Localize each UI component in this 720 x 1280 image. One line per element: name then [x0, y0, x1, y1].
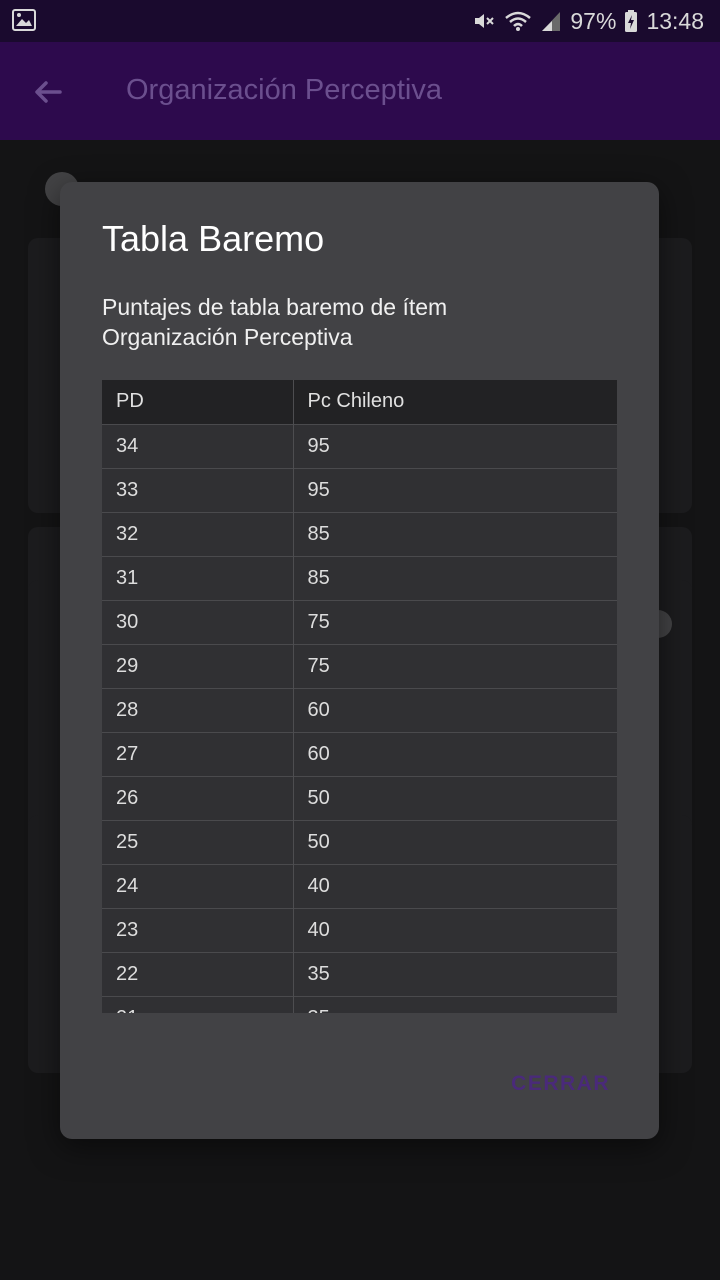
cell-pc-chileno: 60 — [293, 731, 617, 776]
cell-pd: 29 — [102, 643, 294, 688]
cell-pd: 30 — [102, 599, 294, 644]
table-row: 30 75 — [102, 599, 617, 644]
battery-charging-icon — [625, 10, 638, 32]
cell-pc-chileno: 35 — [293, 995, 617, 1013]
image-icon — [12, 9, 36, 31]
table-row: 25 50 — [102, 819, 617, 864]
status-icons: 97% 13:48 — [472, 0, 704, 42]
table-row: 32 85 — [102, 511, 617, 556]
baremo-table: PD Pc Chileno 34 95 33 95 32 85 31 85 30 75 29 75 28… — [102, 380, 617, 1013]
cell-pc-chileno: 85 — [293, 511, 617, 556]
cell-pd: 21 — [102, 995, 294, 1013]
table-row: 22 35 — [102, 951, 617, 996]
cell-pc-chileno: 40 — [293, 863, 617, 908]
table-header-row: PD Pc Chileno — [102, 380, 617, 424]
cell-pd: 33 — [102, 467, 294, 512]
cell-pd: 25 — [102, 819, 294, 864]
cell-pc-chileno: 60 — [293, 687, 617, 732]
table-row: 26 50 — [102, 775, 617, 820]
table-row: 33 95 — [102, 467, 617, 512]
arrow-back-icon[interactable] — [30, 74, 66, 110]
cell-pc-chileno: 95 — [293, 423, 617, 468]
cell-pd: 27 — [102, 731, 294, 776]
baremo-dialog: Tabla Baremo Puntajes de tabla baremo de… — [60, 182, 659, 1139]
cell-pc-chileno: 50 — [293, 775, 617, 820]
cell-pd: 32 — [102, 511, 294, 556]
cell-pd: 24 — [102, 863, 294, 908]
cell-pd: 23 — [102, 907, 294, 952]
table-row: 27 60 — [102, 731, 617, 776]
mute-icon — [475, 14, 495, 28]
cell-pc-chileno: 95 — [293, 467, 617, 512]
cell-pc-chileno: 75 — [293, 599, 617, 644]
table-row: 24 40 — [102, 863, 617, 908]
baremo-table-scroll[interactable]: PD Pc Chileno 34 95 33 95 32 85 31 85 30 75 29 75 28… — [102, 380, 617, 1013]
table-row: 34 95 — [102, 423, 617, 468]
status-bar: 97% 13:48 — [0, 0, 720, 42]
page-title: Organización Perceptiva — [126, 74, 442, 106]
cell-pd: 31 — [102, 555, 294, 600]
close-button[interactable]: CERRAR — [505, 1071, 616, 1097]
column-header-pc-chileno: Pc Chileno — [293, 380, 617, 424]
wifi-icon — [505, 11, 532, 31]
cell-pc-chileno: 35 — [293, 951, 617, 996]
cell-pd: 34 — [102, 423, 294, 468]
table-row: 2135 — [102, 995, 617, 1013]
table-row: 23 40 — [102, 907, 617, 952]
battery-percent: 97% — [570, 7, 617, 34]
app-bar: Organización Perceptiva — [0, 42, 720, 140]
cell-pd: 26 — [102, 775, 294, 820]
table-row: 31 85 — [102, 555, 617, 600]
cell-pc-chileno: 40 — [293, 907, 617, 952]
dialog-title: Tabla Baremo — [102, 218, 325, 259]
column-header-pd: PD — [102, 380, 294, 424]
table-row: 28 60 — [102, 687, 617, 732]
cell-pc-chileno: 50 — [293, 819, 617, 864]
dialog-subtitle: Puntajes de tabla baremo de ítem Organiz… — [102, 294, 448, 350]
table-row: 29 75 — [102, 643, 617, 688]
clock: 13:48 — [646, 7, 704, 34]
cell-pc-chileno: 75 — [293, 643, 617, 688]
cell-pd: 22 — [102, 951, 294, 996]
cell-pc-chileno: 85 — [293, 555, 617, 600]
signal-icon — [542, 12, 561, 31]
cell-pd: 28 — [102, 687, 294, 732]
